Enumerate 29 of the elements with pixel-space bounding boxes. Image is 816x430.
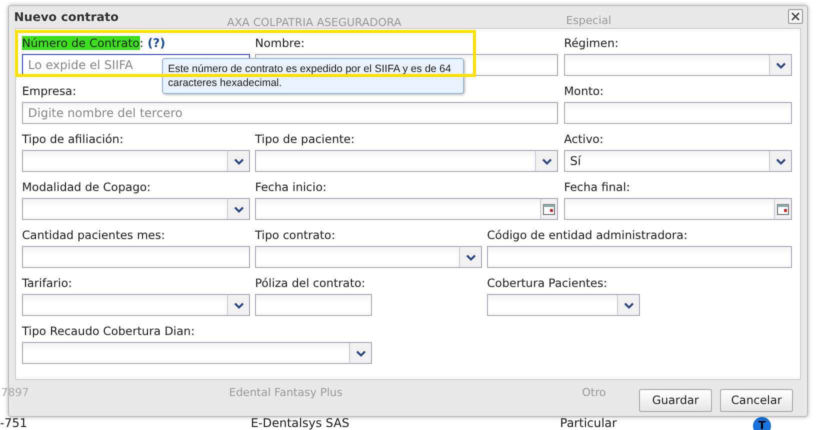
field-label: Número de Contrato (22, 36, 140, 50)
field-label: Nombre: (255, 36, 305, 50)
field-label: Empresa: (22, 84, 76, 98)
dialog-title: Nuevo contrato (14, 10, 119, 24)
field-label: Activo: (564, 132, 604, 146)
field-label: Póliza del contrato: (255, 276, 366, 290)
field-label: Fecha inicio: (255, 180, 326, 194)
background-company-text: AXA COLPATRIA ASEGURADORA (227, 16, 402, 29)
field-label: Régimen: (564, 36, 618, 50)
background-company-text: Edental Fantasy Plus (229, 386, 342, 399)
field-label: Tipo de paciente: (255, 132, 355, 146)
field-label: Tipo de afiliación: (22, 132, 124, 146)
field-label: Cobertura Pacientes: (487, 276, 608, 290)
company-name: E-Dentalsys SAS (250, 416, 350, 430)
field-label: Monto: (564, 84, 604, 98)
field-label: Tarifario: (22, 276, 72, 290)
background-id-text: 7897 (1, 386, 29, 399)
field-label: Cantidad pacientes mes: (22, 228, 165, 242)
field-label: Tipo contrato: (255, 228, 336, 242)
field-label: Fecha final: (564, 180, 630, 194)
background-regime-text: Otro (582, 386, 606, 399)
tooltip: Este número de contrato es expedido por el SIIFA y es de 64 caracteres hexadecimal. (162, 58, 464, 94)
field-label: Tipo Recaudo Cobertura Dian: (22, 324, 195, 338)
field-label: Modalidad de Copago: (22, 180, 151, 194)
label-colon: : (140, 36, 144, 50)
field-label: Código de entidad administradora: (487, 228, 688, 242)
regime-text: Particular (560, 416, 617, 430)
row-id: -751 (0, 416, 28, 430)
background-regime-text: Especial (566, 14, 612, 27)
